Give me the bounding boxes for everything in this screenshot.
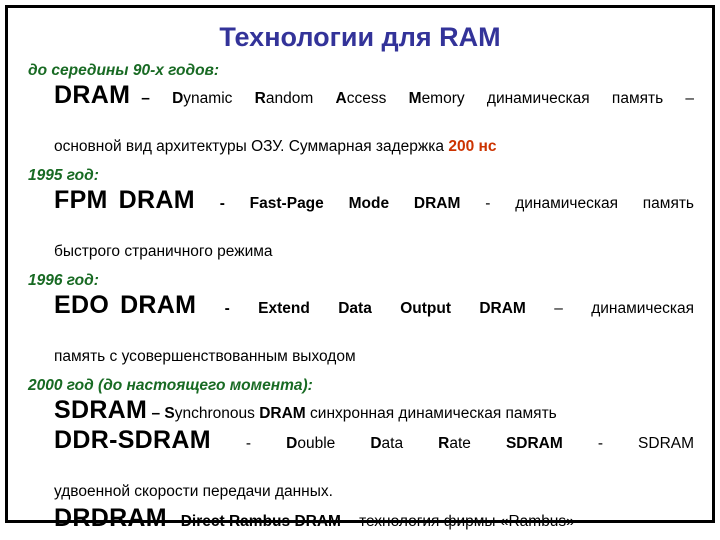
expansion-rest: ata bbox=[381, 435, 404, 452]
entry-dram-description-1: динамическая память – bbox=[486, 90, 695, 107]
entry-fpm-line1: FPM DRAM - Fast-Page Mode DRAM - динамиче… bbox=[54, 188, 694, 240]
expansion-rest: ata bbox=[349, 300, 372, 317]
expansion-rest: age bbox=[297, 195, 324, 212]
expansion-initial: R bbox=[254, 90, 266, 107]
expansion-tail: SDRAM bbox=[505, 435, 563, 452]
entry-edo-description-1: динамическая bbox=[591, 300, 694, 317]
dash: – bbox=[141, 90, 150, 107]
entry-edo-line2: память с усовершенствованным выходом bbox=[54, 345, 694, 369]
acronym-dram: DRAM bbox=[118, 186, 195, 214]
expansion-initial: O bbox=[400, 300, 413, 317]
entry-edo-description-2: память с усовершенствованным выходом bbox=[54, 348, 356, 365]
entry-sdram: SDRAM – Synchronous DRAM синхронная дина… bbox=[22, 398, 698, 426]
dash: - bbox=[349, 513, 355, 530]
acronym-dram: DRAM bbox=[54, 81, 131, 109]
expansion-rest: ate bbox=[449, 435, 471, 452]
slide: Технологии для RAM до середины 90-х годо… bbox=[0, 0, 720, 540]
expansion-rest: ynchronous bbox=[174, 405, 255, 422]
expansion-rest: xtend bbox=[268, 300, 310, 317]
section-year-label-2000: 2000 год (до настоящего момента): bbox=[28, 377, 313, 394]
entry-drdram-description: технология фирмы «Rambus» bbox=[359, 513, 575, 530]
acronym-ddr-sdram: DDR-SDRAM bbox=[54, 426, 211, 454]
expansion-rest: ambus bbox=[240, 513, 291, 530]
section-year-label-dram: до середины 90-х годов: bbox=[28, 62, 220, 79]
dash: - bbox=[219, 195, 225, 212]
dash: - bbox=[485, 195, 491, 212]
entry-ddr-line2: удвоенной скорости передачи данных. bbox=[54, 480, 694, 504]
expansion-rest: utput bbox=[412, 300, 451, 317]
entry-dram: DRAM – Dynamic Random Access Memory динам… bbox=[22, 83, 698, 159]
expansion-initial: M bbox=[408, 90, 422, 107]
dash: – bbox=[151, 405, 161, 422]
page-title: Технологии для RAM bbox=[219, 22, 501, 52]
entry-fpm-dram: FPM DRAM - Fast-Page Mode DRAM - динамиче… bbox=[22, 188, 698, 264]
expansion-tail: DRAM bbox=[479, 300, 526, 317]
dash: - bbox=[597, 435, 603, 452]
expansion-rest: ast- bbox=[259, 195, 287, 212]
expansion-initial: S bbox=[164, 405, 175, 422]
section-year-label-edo: 1996 год: bbox=[28, 272, 99, 289]
acronym-sdram: SDRAM bbox=[54, 396, 148, 424]
expansion-rest: ode bbox=[361, 195, 390, 212]
expansion-tail: DRAM bbox=[294, 513, 341, 530]
expansion-initial: R bbox=[438, 435, 450, 452]
entry-ddr-description-2: удвоенной скорости передачи данных. bbox=[54, 483, 333, 500]
dash: – bbox=[554, 300, 563, 317]
entry-ddr-description-1: SDRAM bbox=[638, 435, 695, 452]
expansion-initial: D bbox=[286, 435, 298, 452]
entry-fpm-description-1: динамическая память bbox=[515, 195, 695, 212]
expansion-initial: D bbox=[370, 435, 382, 452]
expansion-rest: irect bbox=[191, 513, 225, 530]
acronym-dram: DRAM bbox=[120, 291, 197, 319]
entry-drdram: DRDRAM - Direct Rambus DRAM - технология… bbox=[22, 506, 698, 534]
expansion-tail: DRAM bbox=[413, 195, 461, 212]
entry-dram-line2: основной вид архитектуры ОЗУ. Суммарная … bbox=[54, 135, 694, 159]
expansion-initial: E bbox=[258, 300, 269, 317]
entry-dram-description-2: основной вид архитектуры ОЗУ. Суммарная … bbox=[54, 138, 449, 155]
expansion-initial: D bbox=[338, 300, 350, 317]
acronym-edo: EDO bbox=[54, 291, 110, 319]
expansion-initial: P bbox=[286, 195, 298, 212]
acronym-drdram: DRDRAM bbox=[54, 504, 167, 532]
dash: - bbox=[245, 435, 252, 452]
expansion-initial: A bbox=[335, 90, 347, 107]
entry-edo-dram: EDO DRAM - Extend Data Output DRAM – дина… bbox=[22, 293, 698, 369]
entry-drdram-line1: DRDRAM - Direct Rambus DRAM - технология… bbox=[54, 506, 694, 534]
entry-fpm-line2: быстрого страничного режима bbox=[54, 240, 694, 264]
expansion-initial: D bbox=[180, 513, 192, 530]
expansion-rest: emory bbox=[421, 90, 465, 107]
expansion-initial: M bbox=[348, 195, 362, 212]
dash: - bbox=[224, 300, 230, 317]
expansion-rest: ouble bbox=[297, 435, 336, 452]
expansion-rest: andom bbox=[265, 90, 314, 107]
section-year-label-fpm: 1995 год: bbox=[28, 167, 99, 184]
expansion-initial: F bbox=[249, 195, 260, 212]
expansion-initial: D bbox=[172, 90, 184, 107]
acronym-fpm: FPM bbox=[54, 186, 108, 214]
expansion-tail: DRAM bbox=[259, 405, 306, 422]
entry-edo-line1: EDO DRAM - Extend Data Output DRAM – дина… bbox=[54, 293, 694, 345]
entry-ddr-sdram: DDR-SDRAM - Double Data Rate SDRAM - SDR… bbox=[22, 428, 698, 504]
entry-fpm-description-2: быстрого страничного режима bbox=[54, 243, 273, 260]
entry-dram-line1: DRAM – Dynamic Random Access Memory динам… bbox=[54, 83, 694, 135]
entry-sdram-description: синхронная динамическая память bbox=[310, 405, 557, 422]
expansion-rest: ccess bbox=[346, 90, 387, 107]
entry-sdram-line1: SDRAM – Synchronous DRAM синхронная дина… bbox=[54, 398, 694, 426]
dash: - bbox=[171, 513, 177, 530]
slide-content: Технологии для RAM до середины 90-х годо… bbox=[0, 0, 720, 540]
expansion-initial: R bbox=[228, 513, 241, 530]
latency-highlight: 200 нс bbox=[448, 138, 497, 155]
expansion-rest: ynamic bbox=[183, 90, 233, 107]
entry-ddr-line1: DDR-SDRAM - Double Data Rate SDRAM - SDR… bbox=[54, 428, 694, 480]
